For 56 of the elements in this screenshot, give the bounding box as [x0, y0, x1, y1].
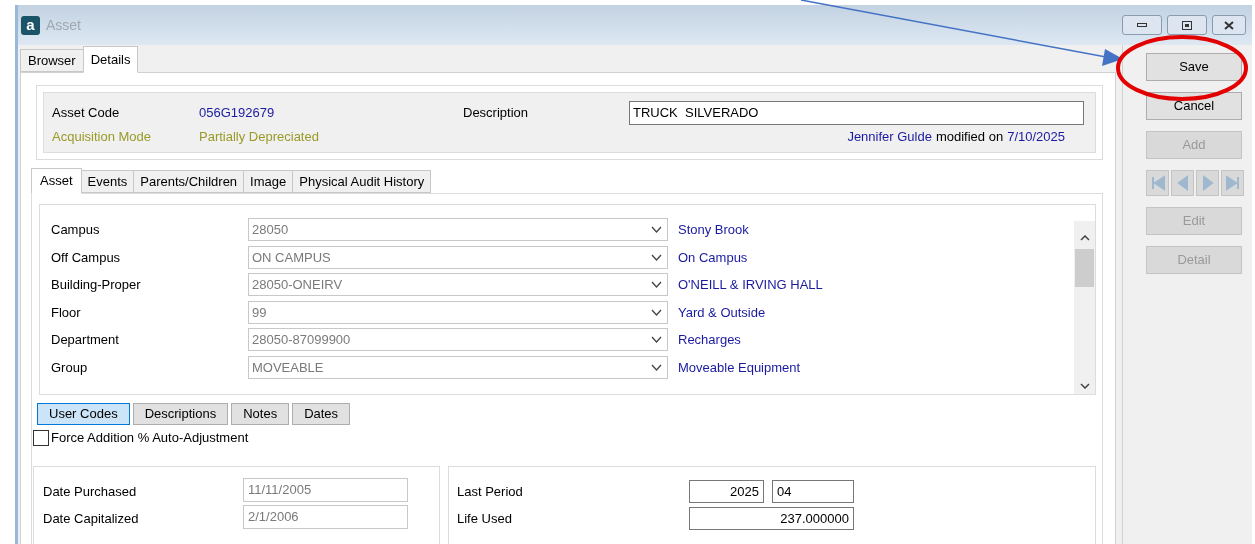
asset-code: 056G192679 — [199, 104, 276, 123]
section-button[interactable]: Dates — [292, 403, 351, 425]
modified-label: modified on — [935, 128, 1004, 147]
tab[interactable]: Events — [81, 170, 135, 193]
minimize-icon — [1137, 23, 1147, 27]
field-label: Acquisition Mode — [52, 128, 152, 147]
maximize-icon — [1182, 20, 1192, 30]
tab[interactable]: Image — [244, 170, 294, 193]
period-field[interactable]: 04 — [772, 480, 854, 503]
chevron-down-icon — [651, 363, 662, 371]
tab[interactable]: Physical Audit History — [293, 170, 432, 193]
last-record-icon — [1224, 175, 1241, 191]
tab[interactable]: Details — [82, 46, 139, 73]
action-button[interactable]: Save — [1146, 53, 1242, 81]
minimize-button[interactable] — [1122, 15, 1162, 35]
field-label: Floor — [51, 303, 82, 322]
chevron-down-icon — [651, 253, 662, 261]
tab[interactable]: Asset — [31, 168, 82, 194]
year-field[interactable]: 2025 — [689, 480, 764, 503]
close-icon — [1224, 20, 1234, 30]
field-label: Date Capitalized — [43, 509, 140, 528]
field-label: Off Campus — [51, 248, 122, 267]
chevron-down-icon — [651, 308, 662, 316]
field-label: Department — [51, 331, 120, 349]
chevron-down-icon — [651, 281, 662, 289]
modified-by-link[interactable]: Jennifer Gulde — [847, 127, 932, 147]
life-used-field[interactable]: 237.000000 — [689, 507, 854, 530]
first-record-icon — [1149, 175, 1166, 191]
section-button[interactable]: Notes — [231, 403, 290, 425]
chevron-down-icon — [651, 336, 662, 344]
field-label: Building-Proper — [51, 276, 142, 294]
checkbox[interactable] — [33, 429, 49, 446]
chevron-down-icon — [651, 226, 662, 234]
section-button[interactable]: User Codes — [37, 403, 130, 425]
description-field[interactable]: TRUCK SILVERADO — [629, 101, 1084, 125]
scrollbar[interactable] — [1074, 221, 1095, 394]
scroll-thumb[interactable] — [1075, 249, 1094, 287]
scroll-up-icon[interactable] — [1079, 235, 1090, 241]
field-label: Description — [463, 104, 530, 123]
acquisition-mode: Partially Depreciated — [199, 128, 319, 147]
tab[interactable]: Parents/Children — [134, 170, 245, 193]
field-label: Group — [51, 358, 89, 377]
field-label: Date Purchased — [43, 482, 138, 501]
field-label: Last Period — [457, 482, 524, 501]
checkbox-label: Force Addition % Auto-Adjustment — [51, 429, 249, 447]
scroll-down-icon[interactable] — [1079, 383, 1090, 389]
field-label: Campus — [51, 221, 101, 239]
maximize-button[interactable] — [1167, 15, 1207, 35]
field-label: Life Used — [457, 509, 513, 528]
close-button[interactable] — [1212, 15, 1246, 35]
app-logo-icon: a — [21, 15, 40, 35]
modified-date: 7/10/2025 — [1007, 128, 1065, 147]
field-label: Asset Code — [52, 104, 121, 123]
section-button[interactable]: Descriptions — [132, 403, 229, 425]
window-title: Asset — [46, 15, 81, 35]
tab[interactable]: Browser — [20, 49, 83, 72]
